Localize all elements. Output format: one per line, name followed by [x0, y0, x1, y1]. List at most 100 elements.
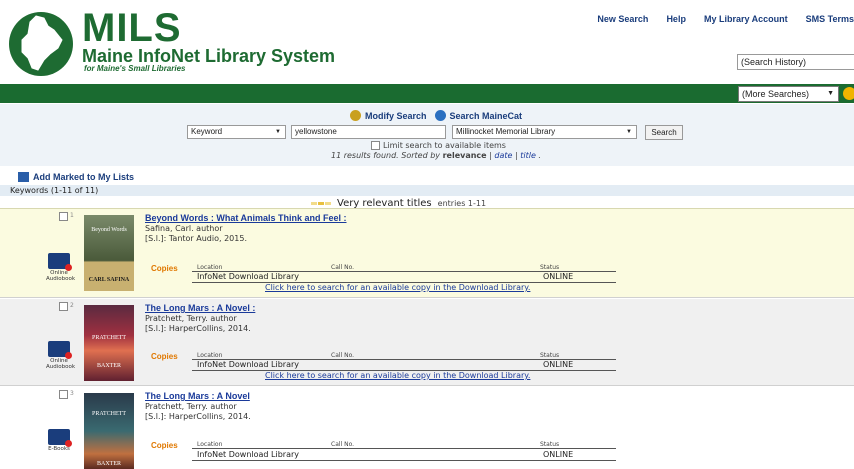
search-type-value: Keyword — [191, 127, 223, 136]
result-row: 2 PRATCHETT BAXTER Online Audiobook The … — [0, 299, 854, 386]
audiobook-icon — [48, 341, 72, 359]
chevron-down-icon: ▼ — [275, 129, 281, 135]
result-number: 3 — [59, 390, 74, 399]
copies-label: Copies — [151, 352, 178, 361]
book-cover[interactable]: PRATCHETT BAXTER — [84, 305, 134, 381]
sort-title-link[interactable]: title — [520, 151, 536, 160]
result-title-link[interactable]: Beyond Words : What Animals Think and Fe… — [145, 213, 347, 223]
cover-coauthor: BAXTER — [97, 461, 121, 467]
more-searches-label: (More Searches) — [742, 89, 810, 99]
search-history-select[interactable]: (Search History) — [737, 54, 854, 70]
copy-status: ONLINE — [543, 450, 574, 459]
nav-my-library-account[interactable]: My Library Account — [704, 14, 788, 24]
magnifier-icon — [350, 110, 361, 121]
format-label: Online Audiobook — [46, 270, 76, 282]
result-author: Safina, Carl. author — [145, 224, 223, 233]
results-summary: 11 results found. Sorted by relevance | … — [331, 151, 541, 160]
sort-date-link[interactable]: date — [494, 151, 512, 160]
copies-label: Copies — [151, 264, 178, 273]
search-query-input[interactable]: yellowstone — [291, 125, 446, 139]
result-publication: [S.l.]: Tantor Audio, 2015. — [145, 234, 247, 243]
callno-header: Call No. — [331, 264, 355, 271]
sort-separator: | — [514, 151, 518, 160]
result-publication: [S.l.]: HarperCollins, 2014. — [145, 324, 251, 333]
result-index: 3 — [70, 390, 74, 397]
keywords-range: Keywords (1-11 of 11) — [0, 185, 854, 196]
format-audiobook: Online Audiobook — [46, 253, 76, 282]
book-cover[interactable]: Beyond Words CARL SAFINA — [84, 215, 134, 291]
format-ebook: E-Books — [46, 429, 72, 452]
status-header: Status — [540, 264, 560, 271]
search-actions: Modify Search Search MaineCat — [350, 110, 522, 121]
chevron-down-icon: ▼ — [827, 90, 834, 97]
limit-available: Limit search to available items — [371, 141, 506, 150]
copies-label: Copies — [151, 441, 178, 450]
copy-location: InfoNet Download Library — [197, 272, 300, 281]
sort-end: . — [538, 151, 541, 160]
result-number: 1 — [59, 212, 74, 221]
library-value: Millinocket Memorial Library — [456, 127, 556, 136]
result-index: 1 — [70, 212, 74, 219]
cover-author: PRATCHETT — [91, 335, 126, 341]
sort-separator: | — [489, 151, 492, 160]
copy-status: ONLINE — [543, 272, 574, 281]
copy-status: ONLINE — [543, 360, 574, 369]
result-title-link[interactable]: The Long Mars : A Novel — [145, 391, 250, 401]
sorted-by-value: relevance — [442, 151, 487, 160]
nav-help[interactable]: Help — [666, 14, 686, 24]
result-publication: [S.l.]: HarperCollins, 2014. — [145, 412, 251, 421]
location-header: Location — [197, 441, 223, 448]
result-checkbox[interactable] — [59, 302, 68, 311]
cover-author: PRATCHETT — [91, 411, 126, 417]
modify-search-link[interactable]: Modify Search — [365, 111, 427, 121]
logo-tagline: for Maine's Small Libraries — [84, 64, 186, 73]
divider — [192, 460, 616, 461]
list-add-icon — [18, 172, 29, 182]
result-author: Pratchett, Terry. author — [145, 402, 237, 411]
nav-sms-terms[interactable]: SMS Terms — [806, 14, 854, 24]
ebook-icon — [48, 429, 72, 447]
sorted-by-prefix: Sorted by — [401, 151, 441, 160]
callno-header: Call No. — [331, 441, 355, 448]
search-mainecat-link[interactable]: Search MaineCat — [450, 111, 523, 121]
relevance-entries: entries 1-11 — [437, 199, 487, 208]
result-row: 3 PRATCHETT BAXTER E-Books The Long Mars… — [0, 387, 854, 469]
result-index: 2 — [70, 302, 74, 309]
result-title-link[interactable]: The Long Mars : A Novel : — [145, 303, 255, 313]
format-label: Online Audiobook — [46, 358, 76, 370]
result-author: Pratchett, Terry. author — [145, 314, 237, 323]
cover-coauthor: BAXTER — [97, 363, 121, 369]
results-count: 11 results found. — [331, 151, 399, 160]
add-marked-label: Add Marked to My Lists — [33, 172, 135, 182]
download-library-link[interactable]: Click here to search for an available co… — [265, 283, 530, 292]
copy-location: InfoNet Download Library — [197, 360, 300, 369]
result-checkbox[interactable] — [59, 390, 68, 399]
result-checkbox[interactable] — [59, 212, 68, 221]
nav-new-search[interactable]: New Search — [597, 14, 648, 24]
status-header: Status — [540, 352, 560, 359]
audiobook-icon — [48, 253, 72, 271]
location-header: Location — [197, 264, 223, 271]
search-type-select[interactable]: Keyword ▼ — [187, 125, 286, 139]
download-library-link[interactable]: Click here to search for an available co… — [265, 371, 530, 380]
relevance-bars-icon — [311, 202, 331, 205]
search-button[interactable]: Search — [645, 125, 683, 140]
cover-author: CARL SAFINA — [88, 277, 130, 283]
more-searches-select[interactable]: (More Searches) ▼ — [738, 86, 839, 102]
limit-available-checkbox[interactable] — [371, 141, 380, 150]
location-header: Location — [197, 352, 223, 359]
callno-header: Call No. — [331, 352, 355, 359]
green-nav-bar — [0, 84, 854, 103]
divider — [192, 448, 616, 449]
result-number: 2 — [59, 302, 74, 311]
book-cover[interactable]: PRATCHETT BAXTER — [84, 393, 134, 469]
chevron-down-icon: ▼ — [626, 129, 632, 135]
logo-subtitle: Maine InfoNet Library System — [82, 46, 336, 66]
maine-map-logo — [8, 10, 74, 78]
add-marked-button[interactable]: Add Marked to My Lists — [18, 172, 134, 182]
cover-title: Beyond Words — [91, 227, 127, 233]
top-nav: New Search Help My Library Account SMS T… — [597, 14, 854, 24]
go-arrow-icon[interactable] — [843, 87, 854, 100]
library-select[interactable]: Millinocket Memorial Library ▼ — [452, 125, 637, 139]
copy-location: InfoNet Download Library — [197, 450, 300, 459]
